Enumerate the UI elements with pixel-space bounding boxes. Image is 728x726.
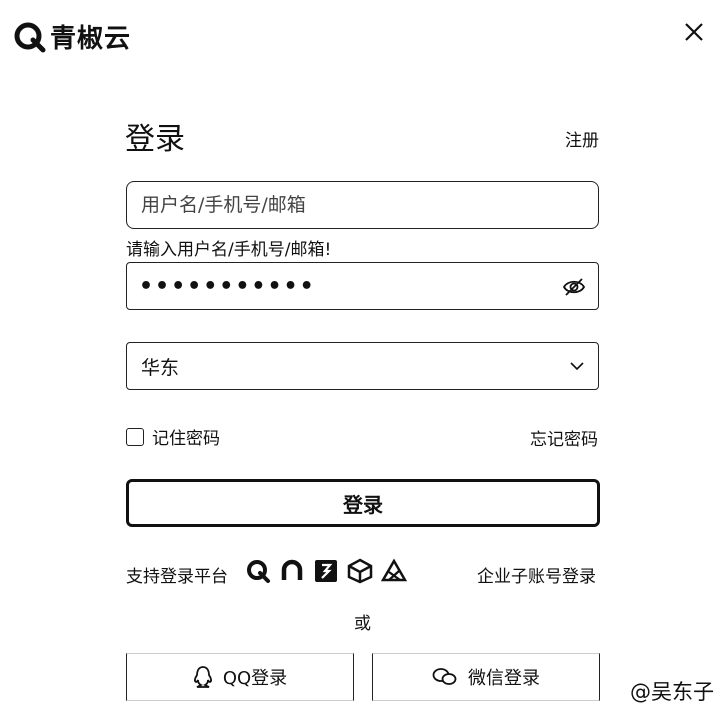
remember-password-checkbox[interactable] — [126, 427, 144, 446]
username-input[interactable] — [127, 194, 598, 216]
wechat-login-label: 微信登录 — [468, 668, 540, 689]
chevron-down-icon — [568, 357, 586, 375]
region-select-value: 华东 — [141, 356, 180, 379]
qq-login-button[interactable]: QQ登录 — [126, 653, 354, 701]
watermark-text: @吴东子 — [630, 680, 714, 704]
eye-off-icon[interactable] — [562, 275, 586, 299]
platform-icons — [245, 558, 407, 584]
wechat-login-button[interactable]: 微信登录 — [372, 653, 600, 701]
remember-password-toggle[interactable]: 记住密码 — [126, 424, 220, 449]
password-input[interactable]: ••••••••••• — [127, 274, 316, 299]
remember-password-label: 记住密码 — [152, 429, 220, 449]
q-platform-icon[interactable] — [245, 558, 271, 584]
arc-platform-icon[interactable] — [279, 558, 305, 584]
register-link[interactable]: 注册 — [565, 126, 599, 151]
region-select[interactable]: 华东 — [126, 342, 599, 390]
close-icon — [684, 22, 704, 42]
box-platform-icon[interactable] — [313, 558, 339, 584]
triangle-platform-icon[interactable] — [381, 558, 407, 584]
login-button-label: 登录 — [343, 492, 383, 517]
cube-platform-icon[interactable] — [347, 558, 373, 584]
enterprise-subaccount-login-link[interactable]: 企业子账号登录 — [477, 562, 596, 587]
forgot-password-link[interactable]: 忘记密码 — [530, 425, 598, 450]
username-error-message: 请输入用户名/手机号/邮箱! — [126, 240, 332, 260]
supported-platforms-label: 支持登录平台 — [126, 567, 228, 587]
qq-penguin-icon — [193, 666, 213, 688]
wechat-icon — [432, 666, 458, 688]
page-title: 登录 — [125, 122, 185, 157]
login-button[interactable]: 登录 — [126, 479, 600, 527]
brand-q-logo-icon — [12, 20, 46, 54]
brand-name: 青椒云 — [50, 24, 132, 54]
close-button[interactable] — [678, 16, 710, 48]
qq-login-label: QQ登录 — [222, 668, 288, 689]
password-field-wrapper: ••••••••••• — [126, 262, 599, 310]
brand-logo: 青椒云 — [12, 18, 131, 55]
username-field-wrapper — [126, 181, 599, 229]
divider-or: 或 — [354, 614, 371, 634]
